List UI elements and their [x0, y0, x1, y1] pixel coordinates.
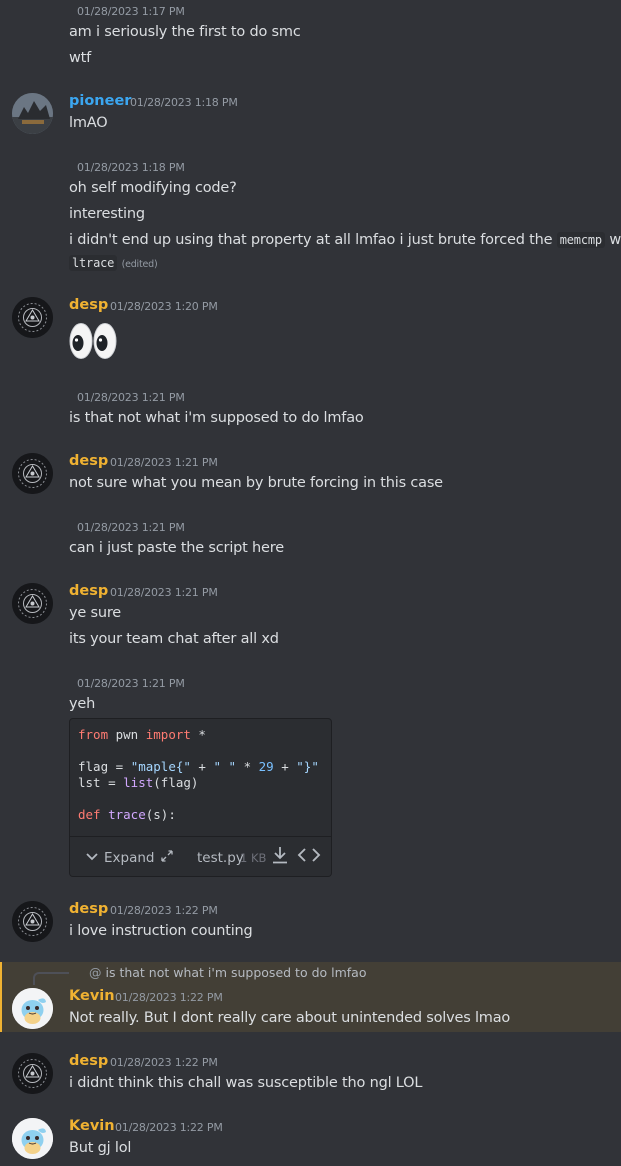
- reply-spine: [33, 972, 69, 985]
- code-token: from: [78, 727, 109, 742]
- message-text: But gj lol: [69, 1140, 132, 1156]
- message-text: interesting: [69, 206, 145, 222]
- download-icon[interactable]: [272, 846, 288, 864]
- avatar-image: [12, 583, 53, 624]
- avatar-image: [12, 901, 53, 942]
- code-token: "}": [296, 759, 319, 774]
- message-text: ltrace (edited): [69, 255, 158, 271]
- timestamp: 01/28/2023 1:20 PM: [110, 300, 218, 313]
- author-name[interactable]: desp: [69, 901, 108, 917]
- code-token: +: [190, 759, 214, 774]
- avatar-kevin[interactable]: [12, 1118, 53, 1159]
- code-token: trace: [108, 807, 146, 822]
- code-token: flag =: [78, 759, 131, 774]
- message-text: lmAO: [69, 115, 108, 131]
- author-name[interactable]: desp: [69, 583, 108, 599]
- author-name[interactable]: Kevin: [69, 988, 115, 1004]
- avatar-desp[interactable]: [12, 297, 53, 338]
- avatar-image: [12, 297, 53, 338]
- attachment-filename[interactable]: test.py: [197, 850, 244, 866]
- code-token: import: [145, 727, 191, 742]
- code-token: +: [273, 759, 297, 774]
- avatar-image: [12, 453, 53, 494]
- message-text: not sure what you mean by brute forcing …: [69, 475, 443, 491]
- reply-mention-symbol: @: [89, 965, 102, 980]
- message-text: oh self modifying code?: [69, 180, 237, 196]
- avatar-image: [12, 988, 53, 1029]
- code-token: (s):: [145, 807, 176, 822]
- message-text: its your team chat after all xd: [69, 631, 279, 647]
- reply-text: is that not what i'm supposed to do lmfa…: [105, 965, 367, 980]
- code-token: " ": [213, 759, 237, 774]
- timestamp: 01/28/2023 1:17 PM: [77, 5, 185, 18]
- avatar-desp[interactable]: [12, 901, 53, 942]
- timestamp: 01/28/2023 1:21 PM: [77, 391, 185, 404]
- timestamp: 01/28/2023 1:22 PM: [110, 904, 218, 917]
- avatar-pioneer[interactable]: [12, 93, 53, 134]
- message-text: is that not what i'm supposed to do lmfa…: [69, 410, 364, 426]
- author-name[interactable]: desp: [69, 297, 108, 313]
- message-text: i didnt think this chall was susceptible…: [69, 1075, 423, 1091]
- avatar-desp[interactable]: [12, 453, 53, 494]
- timestamp: 01/28/2023 1:22 PM: [115, 991, 223, 1004]
- timestamp: 01/28/2023 1:21 PM: [77, 521, 185, 534]
- edited-label: (edited): [121, 259, 158, 270]
- code-token: lst =: [78, 775, 124, 790]
- author-name[interactable]: desp: [69, 453, 108, 469]
- code-token: *: [190, 727, 206, 742]
- message-text-part: i didn't end up using that property at a…: [69, 232, 557, 248]
- message-text: ye sure: [69, 605, 122, 621]
- timestamp: 01/28/2023 1:18 PM: [77, 161, 185, 174]
- code-token: 29: [258, 759, 274, 774]
- message-text: Not really. But I dont really care about…: [69, 1010, 511, 1026]
- timestamp: 01/28/2023 1:21 PM: [77, 677, 185, 690]
- inline-code: memcmp: [556, 232, 605, 248]
- author-name[interactable]: Kevin: [69, 1118, 115, 1134]
- message-text: wtf: [69, 50, 92, 66]
- code-token: def: [78, 807, 101, 822]
- author-name[interactable]: pioneer: [69, 93, 131, 109]
- avatar-kevin[interactable]: [12, 988, 53, 1029]
- code-icon[interactable]: [297, 847, 321, 863]
- expand-arrows-icon[interactable]: [160, 849, 174, 863]
- author-name[interactable]: desp: [69, 1053, 108, 1069]
- message-text: i love instruction counting: [69, 923, 253, 939]
- timestamp: 01/28/2023 1:18 PM: [130, 96, 238, 109]
- message-text: am i seriously the first to do smc: [69, 24, 301, 40]
- timestamp: 01/28/2023 1:21 PM: [110, 456, 218, 469]
- code-preview: from pwn import * flag = "maple{" + " " …: [78, 727, 319, 823]
- message-text: i didn't end up using that property at a…: [69, 232, 621, 248]
- message-text: can i just paste the script here: [69, 540, 284, 556]
- avatar-image: [12, 93, 53, 134]
- code-token: pwn: [108, 727, 146, 742]
- avatar-image: [12, 1053, 53, 1094]
- eyes-emoji-icon: [69, 322, 117, 364]
- code-token: *: [236, 759, 259, 774]
- code-attachment[interactable]: from pwn import * flag = "maple{" + " " …: [69, 718, 332, 877]
- expand-button[interactable]: Expand: [104, 850, 155, 866]
- attachment-footer: Expand test.py 1 KB: [70, 836, 331, 876]
- timestamp: 01/28/2023 1:22 PM: [110, 1056, 218, 1069]
- avatar-desp[interactable]: [12, 1053, 53, 1094]
- chevron-down-icon[interactable]: [86, 852, 98, 862]
- message-text: yeh: [69, 696, 96, 712]
- code-token: list: [123, 775, 154, 790]
- code-token: "maple{": [130, 759, 191, 774]
- avatar-desp[interactable]: [12, 583, 53, 624]
- reply-preview[interactable]: @ is that not what i'm supposed to do lm…: [89, 965, 366, 980]
- code-token: (flag): [153, 775, 199, 790]
- timestamp: 01/28/2023 1:21 PM: [110, 586, 218, 599]
- inline-code: ltrace: [69, 255, 118, 271]
- message-text-part: with: [609, 232, 621, 248]
- mention-highlight-bar: [0, 962, 2, 1032]
- avatar-image: [12, 1118, 53, 1159]
- attachment-filesize: 1 KB: [240, 851, 267, 865]
- timestamp: 01/28/2023 1:22 PM: [115, 1121, 223, 1134]
